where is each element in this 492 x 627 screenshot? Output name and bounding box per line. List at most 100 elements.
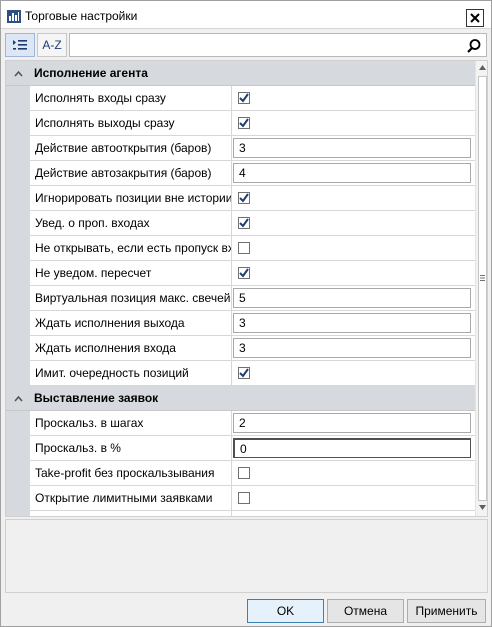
search-input[interactable] bbox=[69, 33, 487, 57]
property-checkbox[interactable] bbox=[238, 192, 250, 204]
property-checkbox[interactable] bbox=[238, 92, 250, 104]
property-checkbox[interactable] bbox=[238, 267, 250, 279]
property-name: Открытие лимитными заявками bbox=[30, 486, 232, 510]
property-value bbox=[233, 186, 475, 210]
property-row[interactable]: Проскальз. в шагах 2 bbox=[6, 411, 475, 436]
category-row[interactable]: Выставление заявок bbox=[6, 386, 475, 411]
property-row[interactable]: Виртуальная позиция макс. свечей 5 bbox=[6, 286, 475, 311]
property-row[interactable] bbox=[6, 511, 475, 516]
property-value: 3 bbox=[233, 311, 475, 335]
categorized-icon bbox=[13, 40, 27, 50]
property-checkbox[interactable] bbox=[238, 492, 250, 504]
property-row[interactable]: Действие автозакрытия (баров) 4 bbox=[6, 161, 475, 186]
property-text-input[interactable]: 3 bbox=[233, 338, 471, 358]
row-gutter bbox=[6, 111, 30, 136]
property-row[interactable]: Исполнять выходы сразу bbox=[6, 111, 475, 136]
property-name: Исполнять выходы сразу bbox=[30, 111, 232, 135]
property-text-input[interactable]: 0 bbox=[233, 438, 471, 458]
property-name: Имит. очередность позиций bbox=[30, 361, 232, 385]
property-row[interactable]: Не открывать, если есть пропуск вход bbox=[6, 236, 475, 261]
property-text-input[interactable]: 4 bbox=[233, 163, 471, 183]
category-row[interactable]: Исполнение агента bbox=[6, 61, 475, 86]
scrollbar-thumb[interactable] bbox=[478, 76, 487, 501]
property-row[interactable]: Действие автооткрытия (баров) 3 bbox=[6, 136, 475, 161]
property-value: 2 bbox=[233, 411, 475, 435]
category-label: Выставление заявок bbox=[34, 391, 159, 405]
property-value bbox=[233, 261, 475, 285]
property-name: Увед. о проп. входах bbox=[30, 211, 232, 235]
property-value: 4 bbox=[233, 161, 475, 185]
checkmark-icon bbox=[239, 193, 249, 203]
property-checkbox[interactable] bbox=[238, 242, 250, 254]
property-text-input[interactable]: 5 bbox=[233, 288, 471, 308]
property-name: Не открывать, если есть пропуск вход bbox=[30, 236, 232, 260]
property-name: Игнорировать позиции вне истории bbox=[30, 186, 232, 210]
property-value bbox=[233, 111, 475, 135]
category-label: Исполнение агента bbox=[34, 66, 148, 80]
row-gutter bbox=[6, 361, 30, 386]
checkmark-icon bbox=[239, 118, 249, 128]
property-checkbox[interactable] bbox=[238, 467, 250, 479]
property-value: 5 bbox=[233, 286, 475, 310]
scroll-up-icon[interactable] bbox=[479, 65, 486, 70]
checkmark-icon bbox=[239, 268, 249, 278]
property-name: Take-profit без проскальзывания bbox=[30, 461, 232, 485]
property-checkbox[interactable] bbox=[238, 117, 250, 129]
property-row[interactable]: Имит. очередность позиций bbox=[6, 361, 475, 386]
property-row[interactable]: Открытие лимитными заявками bbox=[6, 486, 475, 511]
property-row[interactable]: Ждать исполнения выхода 3 bbox=[6, 311, 475, 336]
property-text-input[interactable]: 2 bbox=[233, 413, 471, 433]
property-row[interactable]: Ждать исполнения входа 3 bbox=[6, 336, 475, 361]
row-gutter bbox=[6, 511, 30, 516]
chevron-up-icon[interactable] bbox=[14, 395, 23, 402]
vertical-scrollbar[interactable] bbox=[475, 61, 487, 516]
scroll-down-icon[interactable] bbox=[479, 505, 486, 510]
property-row[interactable]: Take-profit без проскальзывания bbox=[6, 461, 475, 486]
property-row[interactable]: Не уведом. пересчет bbox=[6, 261, 475, 286]
property-name: Действие автооткрытия (баров) bbox=[30, 136, 232, 160]
property-value bbox=[233, 461, 475, 485]
ok-button[interactable]: OK bbox=[247, 599, 324, 623]
chevron-up-icon[interactable] bbox=[14, 70, 23, 77]
categorized-view-button[interactable] bbox=[5, 33, 35, 57]
property-name: Проскальз. в шагах bbox=[30, 411, 232, 435]
property-row[interactable]: Проскальз. в % 0 bbox=[6, 436, 475, 461]
description-panel bbox=[5, 519, 488, 593]
property-value bbox=[233, 511, 475, 516]
alphabetical-view-button[interactable]: A-Z bbox=[37, 33, 67, 57]
property-name: Не уведом. пересчет bbox=[30, 261, 232, 285]
property-checkbox[interactable] bbox=[238, 367, 250, 379]
property-value bbox=[233, 86, 475, 110]
row-gutter bbox=[6, 436, 30, 461]
row-gutter bbox=[6, 186, 30, 211]
property-name: Проскальз. в % bbox=[30, 436, 232, 460]
property-name: Виртуальная позиция макс. свечей bbox=[30, 286, 232, 310]
row-gutter bbox=[6, 161, 30, 186]
apply-button[interactable]: Применить bbox=[407, 599, 486, 623]
cancel-button[interactable]: Отмена bbox=[327, 599, 404, 623]
grip-icon bbox=[480, 275, 485, 281]
property-row[interactable]: Увед. о проп. входах bbox=[6, 211, 475, 236]
window-title: Торговые настройки bbox=[25, 9, 138, 23]
property-row[interactable]: Исполнять входы сразу bbox=[6, 86, 475, 111]
property-value: 3 bbox=[233, 136, 475, 160]
property-value bbox=[233, 211, 475, 235]
property-rows: Исполнение агента Исполнять входы сразу Ис… bbox=[6, 61, 475, 516]
property-value bbox=[233, 486, 475, 510]
property-text-input[interactable]: 3 bbox=[233, 313, 471, 333]
row-gutter bbox=[6, 311, 30, 336]
property-row[interactable]: Игнорировать позиции вне истории bbox=[6, 186, 475, 211]
property-name: Действие автозакрытия (баров) bbox=[30, 161, 232, 185]
property-name bbox=[30, 511, 232, 516]
property-text-input[interactable]: 3 bbox=[233, 138, 471, 158]
search-icon[interactable] bbox=[466, 38, 482, 54]
close-button[interactable] bbox=[466, 9, 484, 27]
property-name: Ждать исполнения входа bbox=[30, 336, 232, 360]
property-value bbox=[233, 236, 475, 260]
dialog-window: Торговые настройки A-Z Исполнение агента… bbox=[0, 0, 492, 627]
checkmark-icon bbox=[239, 218, 249, 228]
row-gutter bbox=[6, 236, 30, 261]
row-gutter bbox=[6, 211, 30, 236]
row-gutter bbox=[6, 461, 30, 486]
property-checkbox[interactable] bbox=[238, 217, 250, 229]
